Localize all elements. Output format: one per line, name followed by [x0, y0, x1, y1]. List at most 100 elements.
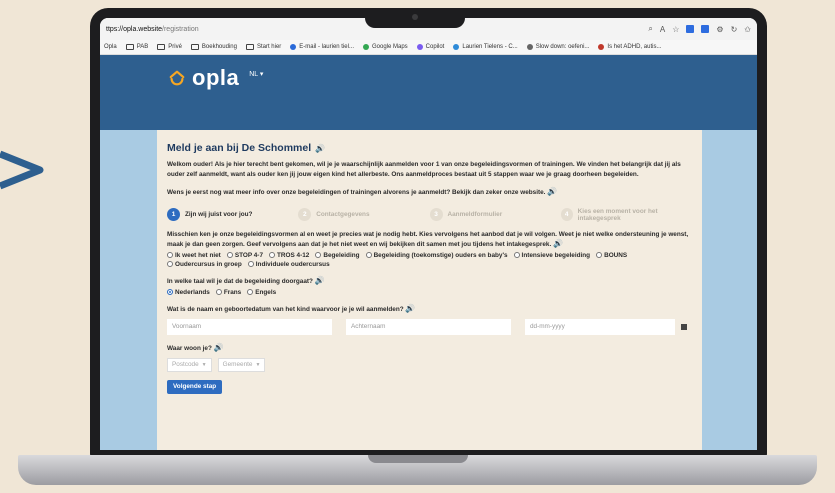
- address-question: Waar woon je? 🔊: [167, 343, 692, 352]
- radio-option[interactable]: STOP 4-7: [226, 252, 263, 259]
- radio-option[interactable]: Intensieve begeleiding: [513, 251, 591, 259]
- step-indicator: 1 Zijn wij juist voor jou? 2 Contactgegeven…: [167, 208, 692, 222]
- step-number: 1: [167, 208, 180, 221]
- zoom-icon[interactable]: ⌕: [648, 24, 652, 34]
- next-step-button[interactable]: Volgende stap: [167, 379, 223, 394]
- radio-option[interactable]: Ik weet het niet: [167, 252, 221, 259]
- offer-options: Ik weet het niet STOP 4-7 TROS 4-12 Begelei…: [167, 252, 692, 268]
- radio-button-icon[interactable]: [315, 252, 322, 258]
- calendar-icon[interactable]: [681, 323, 687, 330]
- favorites-icon[interactable]: ✩: [744, 25, 751, 34]
- radio-option[interactable]: BOUNS: [596, 252, 627, 259]
- favorite-star-icon[interactable]: ☆: [672, 25, 679, 34]
- speaker-icon[interactable]: 🔊: [214, 343, 224, 352]
- lastname-input[interactable]: Achternaam: [346, 318, 511, 335]
- radio-option[interactable]: Individuele oudercursus: [247, 260, 330, 268]
- step-label: Kies een moment voor het intakegesprek: [577, 207, 658, 222]
- radio-button-icon[interactable]: [247, 261, 254, 267]
- language-selector[interactable]: NL ▾: [249, 70, 263, 78]
- bookmark-item[interactable]: Start hier: [245, 44, 282, 50]
- radio-option[interactable]: Engels: [247, 289, 276, 296]
- birthdate-input[interactable]: dd-mm-yyyy: [525, 318, 675, 335]
- speaker-icon[interactable]: 🔊: [315, 144, 325, 153]
- bookmark-item[interactable]: Is het ADHD, autis...: [598, 44, 661, 50]
- bookmark-label: Google Maps: [371, 44, 408, 50]
- address-selects: Postcode ▼ Gemeente ▼: [167, 357, 692, 372]
- extension-icon[interactable]: [686, 25, 695, 33]
- bookmark-label: Laurien Tielens - C...: [462, 44, 518, 50]
- bookmark-item[interactable]: Copilot: [416, 44, 445, 50]
- chevron-down-icon: ▼: [201, 361, 207, 368]
- step-label: Contactgegevens: [316, 211, 370, 218]
- radio-button-icon[interactable]: [513, 252, 520, 258]
- speaker-icon[interactable]: 🔊: [315, 276, 325, 285]
- read-aloud-icon[interactable]: A: [660, 25, 665, 34]
- radio-label: Begeleiding: [323, 251, 360, 259]
- postcode-label: Postcode: [172, 361, 199, 368]
- bookmark-label: Start hier: [256, 44, 282, 50]
- postcode-select[interactable]: Postcode ▼: [167, 357, 212, 372]
- opla-logo[interactable]: opla NL ▾: [168, 65, 263, 91]
- bookmark-label: Boekhouding: [201, 44, 237, 50]
- radio-button-icon[interactable]: [226, 252, 233, 258]
- url-path: /registration: [162, 25, 199, 33]
- speaker-icon[interactable]: 🔊: [405, 304, 415, 313]
- bookmark-label: Copilot: [425, 44, 445, 50]
- registration-card: Meld je aan bij De Schommel 🔊 Welkom oud…: [157, 130, 702, 450]
- radio-option[interactable]: Oudercursus in groep: [167, 261, 242, 268]
- offer-text-content: Misschien ken je onze begeleidingsvormen…: [167, 230, 689, 249]
- radio-label: Intensieve begeleiding: [521, 251, 591, 259]
- step-number: 4: [560, 208, 573, 221]
- folder-icon: [190, 44, 199, 50]
- radio-option[interactable]: Frans: [215, 289, 241, 296]
- radio-button-icon[interactable]: [269, 252, 275, 258]
- bookmark-label: Opla: [104, 44, 117, 50]
- child-question-text: Wat is de naam en geboortedatum van het …: [167, 305, 404, 313]
- radio-button-icon[interactable]: [167, 261, 173, 267]
- site-favicon-icon: [290, 44, 297, 50]
- bookmark-label: PAB: [136, 44, 149, 50]
- gemeente-select[interactable]: Gemeente ▼: [217, 357, 266, 372]
- bookmark-item[interactable]: Google Maps: [362, 44, 408, 50]
- radio-label: Oudercursus in groep: [175, 260, 242, 268]
- radio-option[interactable]: Begeleiding (toekomstige) ouders en baby…: [365, 252, 508, 259]
- bookmark-label: Slow down: oefeni...: [535, 44, 590, 50]
- page-title: Meld je aan bij De Schommel 🔊: [167, 142, 692, 154]
- grid-extension-icon[interactable]: [701, 25, 710, 33]
- bookmark-item[interactable]: E-mail - laurien tiel...: [290, 44, 354, 50]
- bookmark-item[interactable]: Slow down: oefeni...: [526, 44, 590, 50]
- radio-label: Individuele oudercursus: [255, 260, 330, 268]
- radio-label: BOUNS: [604, 251, 628, 259]
- radio-button-icon[interactable]: [215, 289, 222, 295]
- site-favicon-icon: [598, 44, 605, 50]
- speaker-icon[interactable]: 🔊: [553, 239, 563, 248]
- radio-option[interactable]: TROS 4-12: [269, 252, 309, 259]
- page-background: Meld je aan bij De Schommel 🔊 Welkom oud…: [100, 130, 757, 450]
- laptop-base-notch: [368, 455, 468, 463]
- radio-button-icon[interactable]: [167, 252, 173, 258]
- folder-icon: [125, 44, 134, 50]
- radio-button-icon[interactable]: [167, 289, 173, 295]
- radio-button-icon[interactable]: [596, 252, 603, 258]
- site-favicon-icon: [416, 44, 423, 50]
- language-options: Nederlands Frans Engels: [167, 289, 692, 296]
- radio-option[interactable]: Begeleiding: [315, 251, 360, 259]
- bookmark-item[interactable]: Opla: [104, 44, 117, 50]
- bookmark-item[interactable]: Boekhouding: [190, 44, 237, 50]
- step-3: 3 Aanmeldformulier: [429, 208, 561, 221]
- bookmark-item[interactable]: PAB: [125, 44, 149, 50]
- site-favicon-icon: [362, 44, 369, 50]
- radio-button-icon[interactable]: [247, 289, 254, 295]
- refresh-icon[interactable]: ↻: [731, 25, 738, 34]
- info-text: Wens je eerst nog wat meer info over onz…: [167, 187, 692, 198]
- speaker-icon[interactable]: 🔊: [547, 187, 557, 196]
- radio-button-icon[interactable]: [365, 252, 372, 258]
- language-question-text: In welke taal wil je dat de begeleiding …: [167, 277, 313, 285]
- bookmark-label: Privé: [168, 44, 182, 50]
- bookmark-item[interactable]: Laurien Tielens - C...: [453, 44, 518, 50]
- bookmark-item[interactable]: Privé: [157, 44, 182, 50]
- bookmarks-bar: Opla PAB Privé Boekhouding Start hier E-mail …: [100, 40, 757, 55]
- settings-icon[interactable]: ⚙: [716, 25, 723, 34]
- radio-option[interactable]: Nederlands: [167, 289, 210, 296]
- firstname-input[interactable]: Voornaam: [167, 318, 332, 335]
